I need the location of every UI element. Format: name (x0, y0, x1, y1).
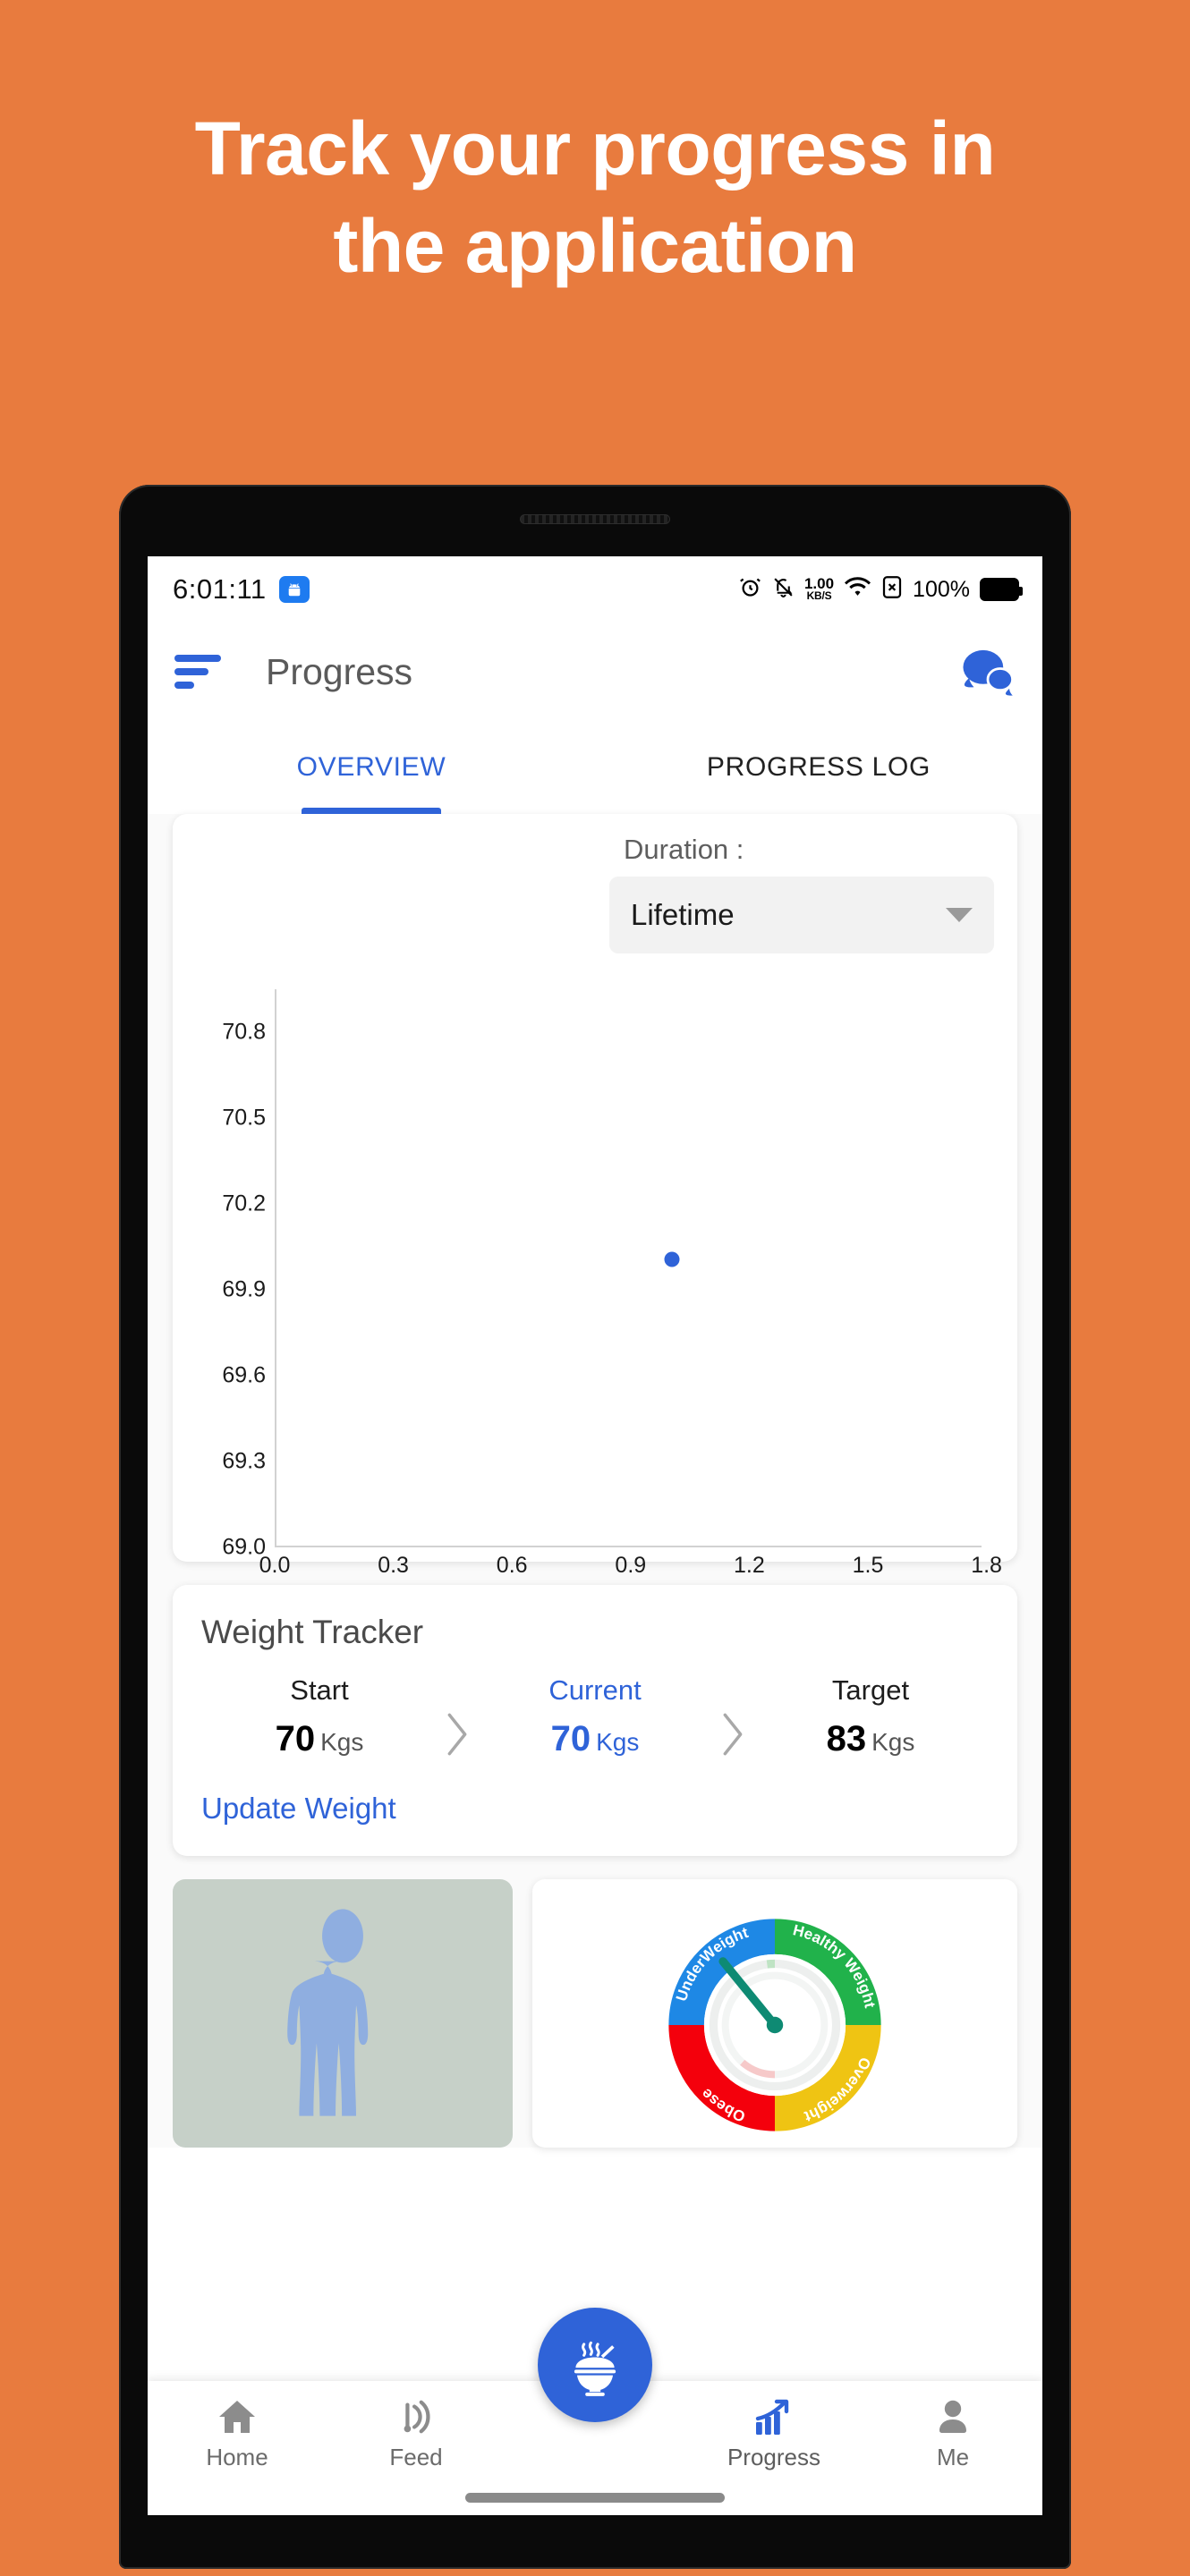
tab-progress-log[interactable]: PROGRESS LOG (595, 721, 1042, 814)
chart-y-axis-labels: 69.0 69.3 69.6 69.9 70.2 70.5 70.8 (196, 975, 266, 1560)
sim-off-icon (881, 575, 903, 604)
nav-item-progress-label: Progress (727, 2444, 821, 2470)
chart-x-axis-labels: 0.0 0.3 0.6 0.9 1.2 1.5 1.8 (196, 1553, 1002, 1585)
status-bar-left: 6:01:11 (173, 573, 310, 606)
wifi-icon (844, 576, 871, 603)
status-clock: 6:01:11 (173, 573, 267, 605)
body-composition-panel[interactable] (173, 1879, 513, 2148)
chart-y-tick: 69.9 (222, 1276, 266, 1302)
network-speed-indicator: 1.00 KB/S (803, 575, 835, 603)
chart-x-tick: 0.9 (615, 1553, 647, 1578)
nav-item-me-label: Me (936, 2444, 970, 2470)
chart-y-tick: 70.2 (222, 1191, 266, 1216)
overview-content: Duration : Lifetime 69.0 69.3 69.6 69.9 70.2… (148, 814, 1042, 2148)
earpiece-speaker (520, 514, 670, 524)
food-bowl-icon (574, 2341, 616, 2396)
nav-item-progress[interactable]: Progress (684, 2397, 863, 2471)
weight-stat-current: Current 70 Kgs (477, 1674, 713, 1759)
body-silhouette-icon (287, 1909, 369, 2116)
battery-percentage: 100% (913, 576, 970, 602)
chart-x-tick: 0.3 (378, 1553, 409, 1578)
chart-y-tick: 70.5 (222, 1105, 266, 1131)
weight-stat-target-number: 83 (826, 1719, 867, 1758)
nav-item-home-label: Home (206, 2444, 268, 2470)
weight-chart: 69.0 69.3 69.6 69.9 70.2 70.5 70.8 0.0 0.3 0.6 0.… (196, 975, 1002, 1578)
chart-plot-area (275, 989, 982, 1547)
bottom-panels: UnderWeight Healthy Weight Overweight Ob… (173, 1879, 1017, 2148)
chart-x-tick: 0.6 (496, 1553, 528, 1578)
progress-chart-icon (755, 2399, 789, 2435)
chart-y-tick: 69.6 (222, 1362, 266, 1388)
status-bar-right: 1.00 KB/S 100% (738, 575, 1023, 604)
nav-item-me[interactable]: Me (863, 2397, 1042, 2471)
weight-stat-target: Target 83 Kgs (752, 1674, 989, 1759)
weight-stat-target-unit: Kgs (871, 1728, 915, 1756)
weight-stat-target-value: 83 Kgs (752, 1719, 989, 1759)
chart-data-point[interactable] (664, 1251, 680, 1267)
weight-stat-current-number: 70 (550, 1719, 591, 1758)
nav-item-home[interactable]: Home (148, 2397, 327, 2471)
chart-x-tick: 1.2 (734, 1553, 765, 1578)
chart-x-tick: 1.5 (852, 1553, 884, 1578)
app-bar: Progress (148, 623, 1042, 721)
chevron-right-icon (438, 1677, 477, 1758)
feed-icon (404, 2400, 430, 2434)
chat-bubbles-icon[interactable] (960, 647, 1016, 697)
duration-selector-group: Duration : Lifetime (609, 834, 994, 953)
chart-x-tick: 0.0 (259, 1553, 291, 1578)
chevron-down-icon (946, 908, 973, 922)
weight-stat-current-value: 70 Kgs (477, 1719, 713, 1759)
nav-item-feed[interactable]: Feed (327, 2397, 506, 2471)
bell-off-icon (772, 575, 795, 604)
weight-chart-card: Duration : Lifetime 69.0 69.3 69.6 69.9 70.2… (173, 814, 1017, 1578)
chart-x-tick: 1.8 (971, 1553, 1002, 1578)
nav-item-feed-label: Feed (389, 2444, 443, 2470)
android-icon (278, 576, 310, 603)
weight-stat-current-unit: Kgs (596, 1728, 640, 1756)
page-title: Progress (266, 650, 413, 692)
weight-tracker-title: Weight Tracker (201, 1614, 424, 1650)
weight-tracker-stats: Start 70 Kgs Current 70 Kgs Target 83 Kg… (201, 1674, 989, 1759)
phone-screen: 6:01:11 1.00 KB/S 100% Progress OVERVIEW… (148, 556, 1042, 2515)
home-indicator[interactable] (465, 2493, 725, 2503)
tab-overview-label: OVERVIEW (296, 752, 446, 782)
update-weight-link[interactable]: Update Weight (201, 1792, 396, 1826)
weight-stat-target-label: Target (831, 1674, 910, 1706)
bmi-gauge-panel[interactable]: UnderWeight Healthy Weight Overweight Ob… (532, 1879, 1017, 2148)
person-icon (939, 2400, 966, 2433)
tab-overview[interactable]: OVERVIEW (148, 721, 595, 814)
alarm-icon (738, 575, 762, 604)
weight-stat-start-unit: Kgs (320, 1728, 364, 1756)
chart-y-tick: 69.3 (222, 1448, 266, 1474)
weight-stat-start-label: Start (290, 1674, 349, 1706)
weight-stat-start-number: 70 (275, 1719, 316, 1758)
weight-stat-start-value: 70 Kgs (201, 1719, 438, 1759)
tab-bar: OVERVIEW PROGRESS LOG (148, 721, 1042, 814)
promo-headline: Track your progress in the application (194, 106, 996, 289)
chart-y-tick: 70.8 (222, 1019, 266, 1045)
battery-full-icon (980, 578, 1023, 601)
device-frame: 6:01:11 1.00 KB/S 100% Progress OVERVIEW… (119, 485, 1071, 2569)
chevron-right-icon-2 (713, 1677, 752, 1758)
tab-active-underline (302, 808, 441, 814)
duration-label: Duration : (624, 834, 744, 865)
duration-select[interactable]: Lifetime (609, 877, 994, 953)
add-meal-fab[interactable] (538, 2308, 652, 2422)
weight-tracker-card: Weight Tracker Start 70 Kgs Current 70 K… (173, 1585, 1017, 1856)
bmi-gauge-icon: UnderWeight Healthy Weight Overweight Ob… (668, 1919, 881, 2131)
status-bar: 6:01:11 1.00 KB/S 100% (148, 556, 1042, 623)
weight-stat-start: Start 70 Kgs (201, 1674, 438, 1759)
hamburger-menu-icon[interactable] (174, 655, 223, 689)
home-icon (219, 2401, 255, 2433)
duration-select-value: Lifetime (631, 898, 735, 931)
weight-stat-current-label: Current (548, 1674, 642, 1706)
tab-progress-log-label: PROGRESS LOG (706, 752, 931, 782)
